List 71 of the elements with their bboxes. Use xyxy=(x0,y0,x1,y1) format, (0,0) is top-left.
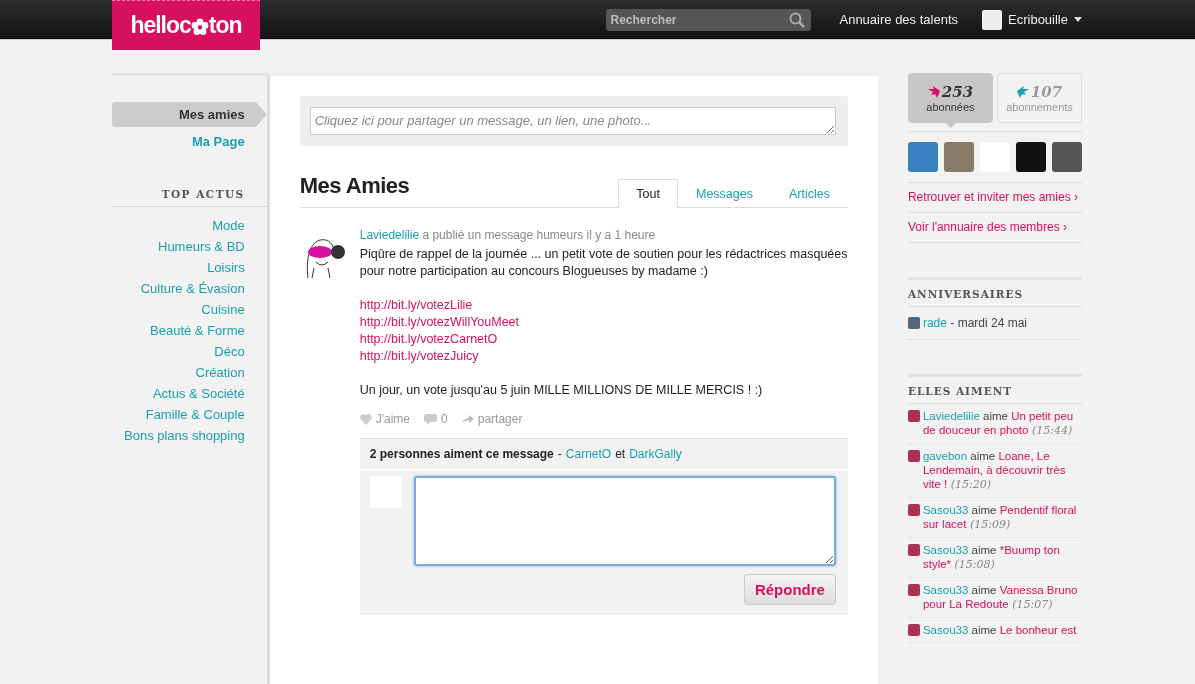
author-link[interactable]: Laviedelilie xyxy=(359,228,420,242)
user-name: Ecribouille xyxy=(1008,12,1068,27)
category-link[interactable]: Actus & Société xyxy=(152,383,267,404)
section-title: TOP ACTUS xyxy=(112,188,267,207)
category-link[interactable]: Bons plans shopping xyxy=(124,425,267,446)
category-link[interactable]: Culture & Évasion xyxy=(140,278,267,299)
section-title: ELLES AIMENT xyxy=(907,377,1082,404)
category-link[interactable]: Cuisine xyxy=(201,299,267,320)
category-link[interactable]: Famille & Couple xyxy=(145,404,267,425)
activity-entry: gavebon aime Loane, Le Lendemain, à découvrir très vite ! (15:20) xyxy=(922,449,1067,492)
search-field[interactable]: Rechercher xyxy=(606,8,812,31)
category-link[interactable]: Humeurs & BD xyxy=(158,236,267,257)
category-link[interactable]: Création xyxy=(195,362,267,383)
share-button[interactable]: partager xyxy=(461,412,523,426)
activity-entry: Sasou33 aime Vanessa Bruno pour La Redoute (15:07) xyxy=(922,583,1079,612)
link[interactable]: Voir l'annuaire des membres › xyxy=(907,220,1067,234)
avatar xyxy=(907,450,920,462)
post-link[interactable]: http://bit.ly/votezJuicy xyxy=(359,348,479,365)
stat-tab[interactable]: 107 abonnements xyxy=(997,73,1082,123)
user-link[interactable]: DarkGally xyxy=(629,447,682,461)
user-menu[interactable]: Ecribouille xyxy=(982,9,1082,30)
post-meta: a publié un message humeurs il y a 1 heure xyxy=(421,228,656,242)
avatar[interactable] xyxy=(1015,142,1046,172)
logo[interactable]: helloc ton xyxy=(112,0,260,50)
user-link[interactable]: CarnetO xyxy=(565,447,612,461)
heart-icon xyxy=(359,413,372,425)
nav-item[interactable]: Ma Page xyxy=(112,129,267,154)
link[interactable]: Retrouver et inviter mes amies › xyxy=(907,190,1078,204)
category-link[interactable]: Mode xyxy=(212,215,267,236)
arrow-icon xyxy=(461,414,474,424)
post-link[interactable]: http://bit.ly/votezWillYouMeet xyxy=(359,314,520,331)
avatar xyxy=(982,9,1002,30)
like-button[interactable]: J'aime xyxy=(359,412,410,426)
search-icon xyxy=(789,11,806,28)
post-link[interactable]: http://bit.ly/votezLilie xyxy=(359,297,473,314)
conjunction-text: et xyxy=(615,447,626,461)
share-field[interactable]: Cliquez ici pour partager un message, un lien, une photo... xyxy=(309,107,836,135)
page-title: Mes Amies xyxy=(299,173,410,199)
tab[interactable]: Tout xyxy=(618,179,678,208)
category-link[interactable]: Beauté & Forme xyxy=(150,320,267,341)
comments-button[interactable]: 0 xyxy=(424,412,448,426)
birthday-date: - mardi 24 mai xyxy=(949,316,1027,330)
avatar xyxy=(907,410,920,422)
caret-icon xyxy=(1074,17,1082,22)
speech-bubble-icon xyxy=(424,413,437,425)
post-link[interactable]: http://bit.ly/votezCarnetO xyxy=(359,331,498,348)
avatar xyxy=(907,317,920,329)
activity-entry: Sasou33 aime Pendentif floral sur lacet (15:09) xyxy=(922,503,1078,532)
likes-summary: 2 personnes aiment ce message xyxy=(369,447,554,461)
post-text: Un jour, un vote jusqu'au 5 juin MILLE MILLIONS DE MILLE MERCIS ! :) xyxy=(359,382,763,399)
avatar xyxy=(907,544,920,556)
section-title: ANNIVERSAIRES xyxy=(907,280,1082,307)
flower-icon xyxy=(190,18,209,36)
avatar xyxy=(907,504,920,516)
tab[interactable]: Messages xyxy=(678,179,771,208)
avatar xyxy=(907,584,920,596)
user-link[interactable]: rade xyxy=(922,316,947,330)
post-text: Piqûre de rappel de la journée ... un petit vote de soutien pour les rédactrices masquées pour notre participation au concours Blogueuses by madame :) xyxy=(359,246,848,280)
avatar[interactable] xyxy=(1051,142,1082,172)
avatar xyxy=(907,624,920,636)
activity-entry: Sasou33 aime *Buump ton style* (15:08) xyxy=(922,543,1061,572)
activity-entry: Sasou33 aime Le bonheur est xyxy=(922,623,1078,637)
category-link[interactable]: Déco xyxy=(214,341,267,362)
separator-text: - xyxy=(557,447,562,461)
nav-link[interactable]: Annuaire des talents xyxy=(839,12,958,27)
reply-button[interactable]: Répondre xyxy=(743,574,836,605)
nav-item[interactable]: Mes amies xyxy=(112,102,267,127)
reply-field[interactable] xyxy=(413,476,836,566)
activity-entry: Laviedelilie aime Un petit peu de douceur en photo (15:44) xyxy=(922,409,1075,438)
category-link[interactable]: Loisirs xyxy=(207,257,267,278)
tab[interactable]: Articles xyxy=(770,179,848,208)
